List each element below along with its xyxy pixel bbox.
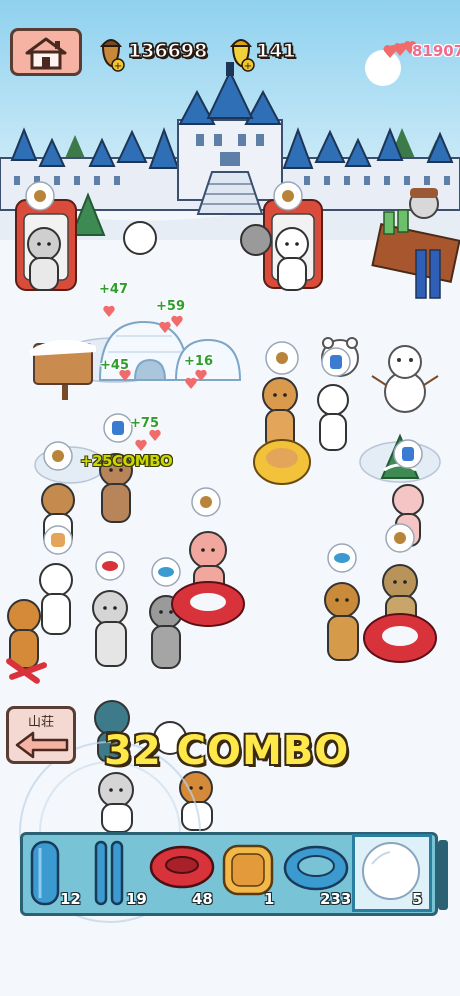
slot-count: 233 (320, 890, 352, 908)
gold-acorn-icon: + (229, 39, 255, 72)
double-ski-icon (94, 840, 124, 906)
tray-slot-blue-sled[interactable]: 12 (26, 838, 84, 912)
combo-popup: +25COMBO (80, 452, 173, 470)
combo-banner: 32 COMBO (104, 728, 350, 774)
tray-slot-orange-sled[interactable]: 1 (222, 838, 282, 912)
svg-text:+: + (244, 61, 252, 72)
acorn-count: 136698 (127, 40, 208, 63)
slot-count: 12 (60, 890, 81, 908)
left-arrow-icon (15, 731, 69, 759)
blue-tube-icon (283, 845, 349, 891)
reward-popup: +45 (100, 358, 129, 373)
acorn-icon: + (99, 39, 125, 72)
hearts-count: 81907 (412, 42, 460, 60)
back-to-lodge-button[interactable]: 山荘 (6, 706, 76, 764)
home-button[interactable] (10, 28, 82, 76)
blue-sled-icon (30, 840, 60, 906)
slot-count: 5 (412, 890, 423, 908)
reward-popup: +75 (130, 416, 159, 431)
slot-count: 48 (192, 890, 213, 908)
reward-popup: +47 (99, 282, 128, 297)
tray-slot-blue-tube[interactable]: 233 (282, 838, 354, 912)
reward-popup: +16 (184, 354, 213, 369)
back-button-label: 山荘 (27, 715, 54, 730)
tray-slot-red-tube[interactable]: 48 (148, 838, 220, 912)
tray-scrollbar[interactable] (438, 840, 448, 910)
sun (365, 50, 401, 86)
tray-slot-double-ski[interactable]: 19 (90, 838, 148, 912)
reward-popup: +59 (156, 299, 185, 314)
slot-count: 1 (264, 890, 275, 908)
gold-acorn-count: 141 (256, 40, 297, 63)
svg-text:+: + (114, 61, 122, 72)
house-icon (25, 37, 67, 70)
tray-slot-snowball[interactable]: 5 (356, 838, 430, 912)
slot-count: 19 (126, 890, 147, 908)
red-tube-icon (149, 845, 215, 889)
